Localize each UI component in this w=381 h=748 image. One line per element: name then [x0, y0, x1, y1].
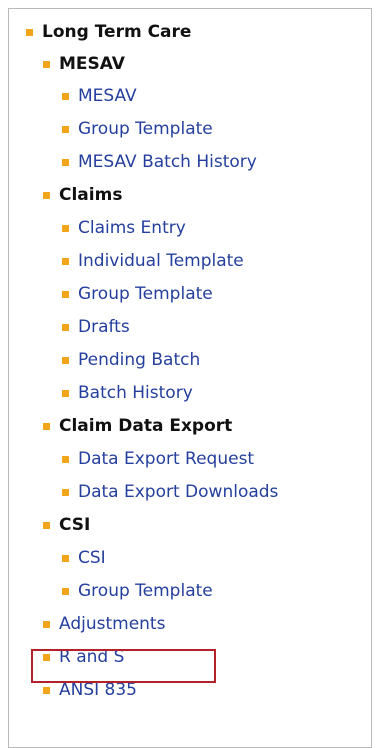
nav-link-data-export-request[interactable]: Data Export Request — [62, 443, 254, 475]
nav-link-claims-entry[interactable]: Claims Entry — [62, 212, 186, 244]
nav-link-label: Drafts — [78, 317, 130, 337]
nav-link-adjustments[interactable]: Adjustments — [43, 608, 165, 640]
nav-link-individual-template[interactable]: Individual Template — [62, 245, 244, 277]
bullet-icon — [43, 191, 50, 199]
nav-link-label: Group Template — [78, 581, 213, 601]
nav-link-batch-history[interactable]: Batch History — [62, 377, 193, 409]
bullet-icon — [62, 389, 69, 397]
nav-section-csi[interactable]: CSI — [43, 509, 90, 541]
nav-item-label: CSI — [59, 515, 91, 535]
nav-link-drafts[interactable]: Drafts — [62, 311, 130, 343]
nav-link-label: Pending Batch — [78, 350, 201, 370]
nav-item-label: Claim Data Export — [59, 416, 233, 436]
nav-link-label: Claims Entry — [78, 218, 186, 238]
nav-section-mesav[interactable]: MESAV — [43, 48, 125, 80]
nav-section-claims[interactable]: Claims — [43, 179, 122, 211]
nav-link-label: Group Template — [78, 119, 213, 139]
nav-link-label: Individual Template — [78, 251, 244, 271]
nav-link-mesav-group-template[interactable]: Group Template — [62, 113, 213, 145]
nav-link-csi[interactable]: CSI — [62, 542, 106, 574]
nav-link-pending-batch[interactable]: Pending Batch — [62, 344, 200, 376]
bullet-icon — [62, 257, 69, 265]
bullet-icon — [62, 455, 69, 463]
nav-link-label: Adjustments — [59, 614, 166, 634]
bullet-icon — [43, 620, 50, 628]
bullet-icon — [43, 60, 50, 68]
nav-item-label: Claims — [59, 185, 123, 205]
nav-link-claims-group-template[interactable]: Group Template — [62, 278, 213, 310]
bullet-icon — [62, 488, 69, 496]
nav-item-label: Long Term Care — [42, 22, 192, 42]
nav-link-label: Data Export Downloads — [78, 482, 279, 502]
nav-link-label: Batch History — [78, 383, 193, 403]
nav-link-label: CSI — [78, 548, 106, 568]
nav-link-label: ANSI 835 — [59, 680, 138, 700]
nav-link-csi-group-template[interactable]: Group Template — [62, 575, 213, 607]
nav-section-claim-data-export[interactable]: Claim Data Export — [43, 410, 232, 442]
bullet-icon — [43, 422, 50, 430]
nav-link-label: MESAV — [78, 86, 137, 106]
nav-item-long-term-care[interactable]: Long Term Care — [26, 16, 191, 48]
bullet-icon — [62, 125, 69, 133]
bullet-icon — [43, 521, 50, 529]
nav-link-label: MESAV Batch History — [78, 152, 257, 172]
navigation-panel: Long Term Care MESAV MESAV Group Templat… — [8, 8, 372, 748]
bullet-icon — [62, 92, 69, 100]
nav-link-mesav[interactable]: MESAV — [62, 80, 137, 112]
bullet-icon — [62, 158, 69, 166]
nav-link-data-export-downloads[interactable]: Data Export Downloads — [62, 476, 278, 508]
nav-link-label: Data Export Request — [78, 449, 255, 469]
nav-link-mesav-batch-history[interactable]: MESAV Batch History — [62, 146, 257, 178]
bullet-icon — [26, 28, 33, 36]
bullet-icon — [62, 290, 69, 298]
bullet-icon — [62, 587, 69, 595]
bullet-icon — [62, 323, 69, 331]
bullet-icon — [62, 554, 69, 562]
bullet-icon — [43, 686, 50, 694]
bullet-icon — [62, 224, 69, 232]
bullet-icon — [62, 356, 69, 364]
nav-item-label: MESAV — [59, 54, 125, 74]
highlight-box — [31, 649, 216, 683]
nav-link-label: Group Template — [78, 284, 213, 304]
